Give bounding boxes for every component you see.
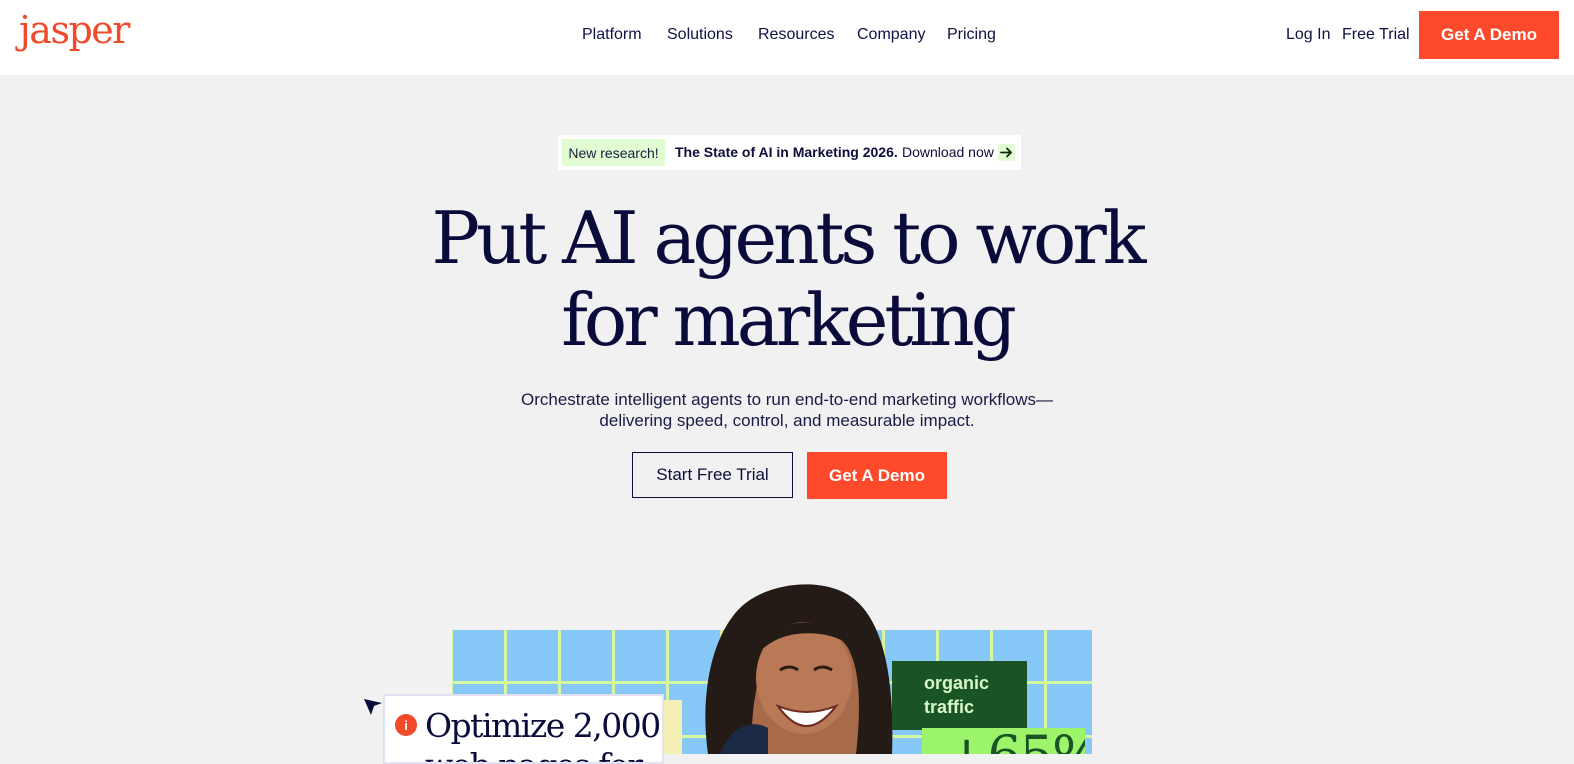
optimize-task-text: Optimize 2,000 web pages for xyxy=(425,706,661,762)
organic-traffic-badge: organic traffic xyxy=(892,661,1027,730)
arrow-right-icon xyxy=(998,144,1015,161)
nav-resources[interactable]: Resources xyxy=(758,26,834,44)
banner-title: The State of AI in Marketing 2026. xyxy=(675,144,898,160)
hero-subtitle: Orchestrate intelligent agents to run en… xyxy=(0,389,1574,431)
smiling-woman-photo xyxy=(705,584,893,754)
badge-line-2: traffic xyxy=(924,697,975,717)
site-header: jasper Platform Solutions Resources Comp… xyxy=(0,0,1574,75)
hero-headline: Put AI agents to work for marketing xyxy=(0,197,1574,361)
header-get-demo-button[interactable]: Get A Demo xyxy=(1419,11,1559,59)
nav-company[interactable]: Company xyxy=(857,26,925,44)
download-now-link[interactable]: Download now xyxy=(902,144,994,160)
subtitle-line-2: delivering speed, control, and measurabl… xyxy=(599,411,975,430)
cursor-arrow-icon xyxy=(364,699,382,715)
nav-pricing[interactable]: Pricing xyxy=(947,26,996,44)
new-research-tag: New research! xyxy=(562,139,665,166)
headline-line-1: Put AI agents to work xyxy=(431,196,1147,280)
headline-line-2: for marketing xyxy=(561,278,1017,362)
traffic-stat-card: +65% xyxy=(922,728,1085,754)
traffic-stat-value: +65% xyxy=(944,728,1085,754)
nav-platform[interactable]: Platform xyxy=(582,26,642,44)
jasper-logo[interactable]: jasper xyxy=(19,8,130,52)
start-free-trial-button[interactable]: Start Free Trial xyxy=(632,452,793,498)
login-link[interactable]: Log In xyxy=(1286,26,1330,44)
free-trial-link[interactable]: Free Trial xyxy=(1342,26,1410,44)
subtitle-line-1: Orchestrate intelligent agents to run en… xyxy=(521,390,1053,409)
nav-solutions[interactable]: Solutions xyxy=(667,26,733,44)
badge-line-1: organic xyxy=(924,673,990,693)
info-icon: i xyxy=(395,714,417,736)
hero-get-demo-button[interactable]: Get A Demo xyxy=(807,452,947,499)
research-banner[interactable]: New research! The State of AI in Marketi… xyxy=(558,135,1021,170)
